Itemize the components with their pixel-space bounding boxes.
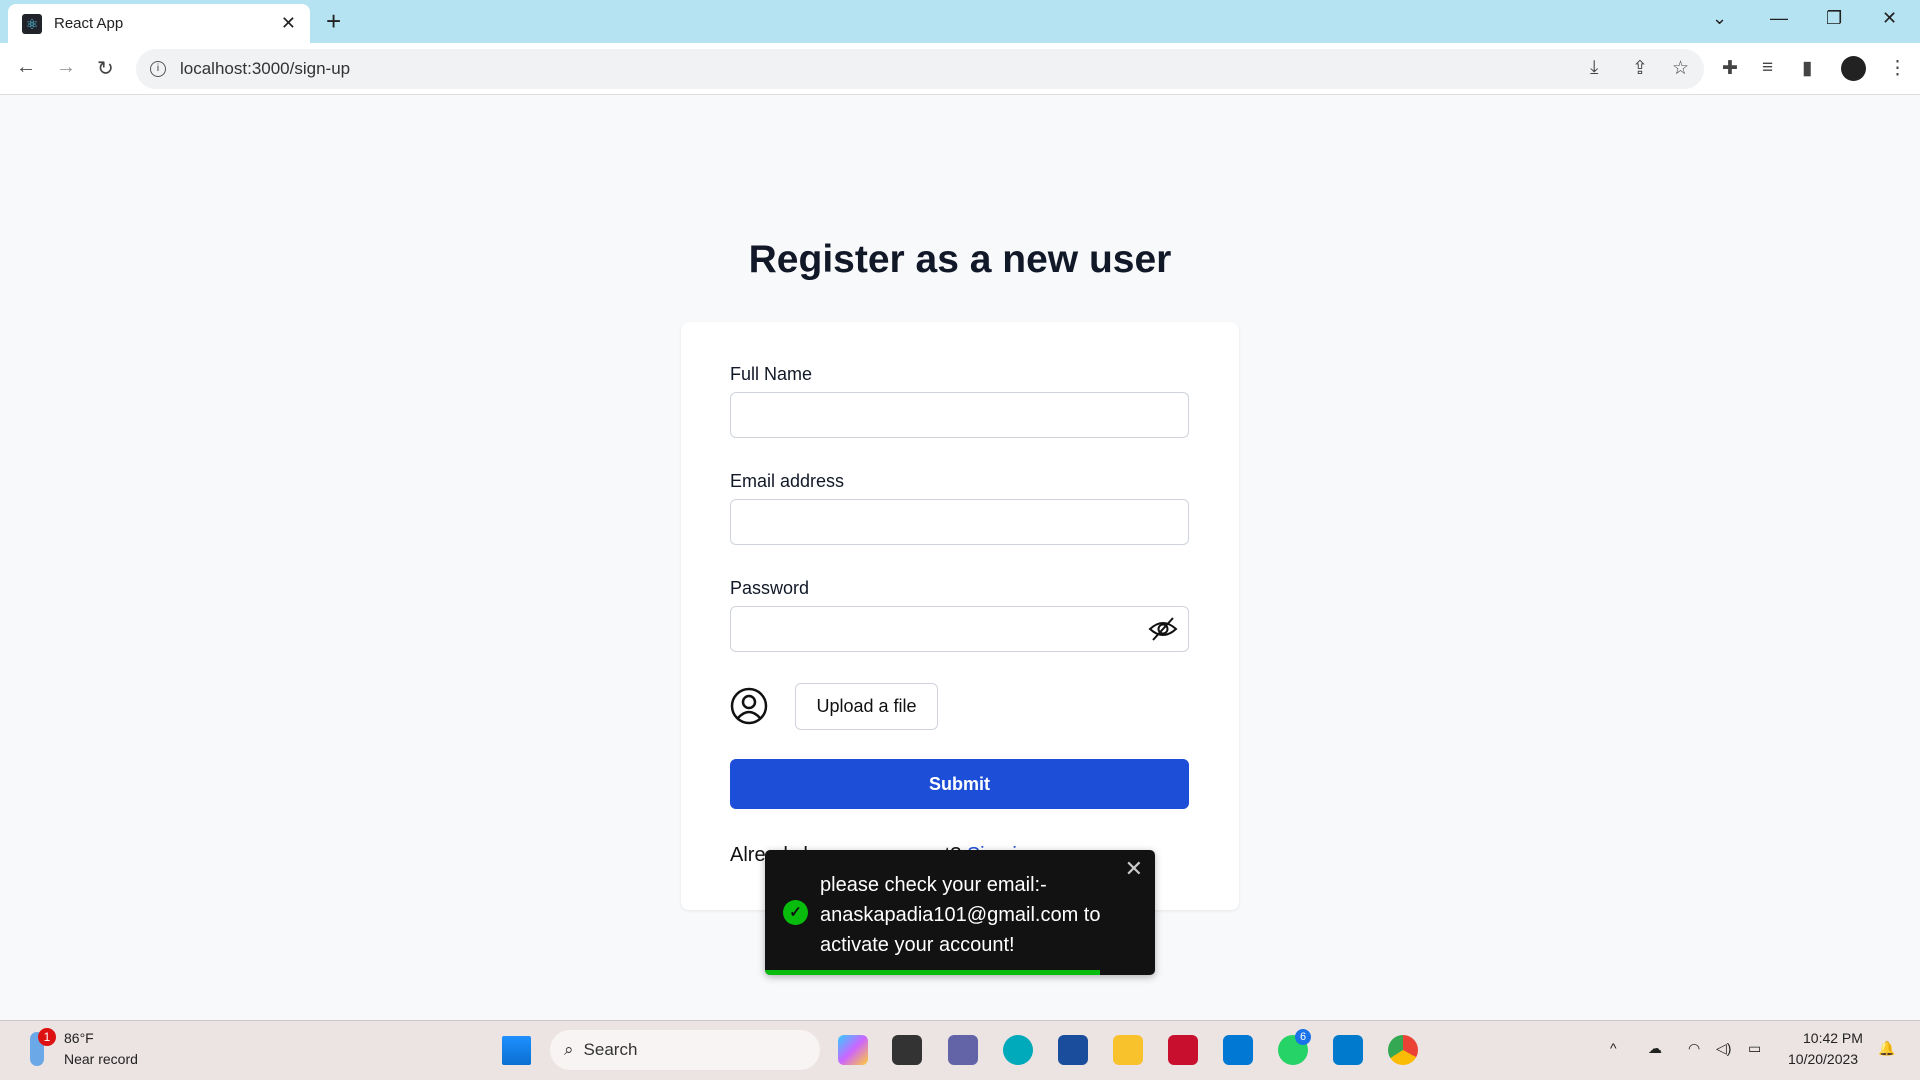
taskbar-search[interactable]: ⌕ Search [550, 1030, 820, 1070]
url-text: localhost:3000/sign-up [180, 59, 351, 78]
teams-icon[interactable] [948, 1035, 978, 1065]
address-bar[interactable]: i localhost:3000/sign-up [136, 49, 1704, 89]
clock-date[interactable]: 10/20/2023 [1788, 1051, 1858, 1067]
submit-button[interactable]: Submit [730, 759, 1189, 809]
react-favicon-icon: ⚛ [22, 13, 42, 34]
extensions-icon[interactable]: ✚ [1722, 57, 1738, 80]
vscode-icon[interactable] [1333, 1035, 1363, 1065]
forward-icon[interactable]: → [56, 56, 76, 79]
eye-slash-icon[interactable] [1148, 616, 1178, 642]
cortana-icon[interactable] [1223, 1035, 1253, 1065]
upload-file-button[interactable]: Upload a file [795, 683, 938, 730]
menu-icon[interactable]: ⋮ [1888, 57, 1907, 80]
store-icon[interactable] [1058, 1035, 1088, 1065]
info-icon[interactable]: i [150, 61, 166, 77]
notification-bell-icon[interactable]: 🔔 [1878, 1040, 1895, 1057]
chrome-icon[interactable] [1388, 1035, 1418, 1065]
tab-search-icon[interactable]: ⌄ [1712, 8, 1727, 29]
battery-icon[interactable]: ▭ [1748, 1040, 1761, 1057]
volume-icon[interactable]: ◁) [1716, 1040, 1731, 1057]
weather-temp: 86°F [64, 1030, 94, 1046]
install-icon[interactable]: ⤓ [1590, 57, 1598, 79]
full-name-label: Full Name [730, 364, 813, 384]
onedrive-icon[interactable]: ☁ [1648, 1040, 1662, 1057]
new-tab-button[interactable]: + [326, 6, 341, 37]
reload-icon[interactable]: ↻ [97, 56, 114, 81]
mcafee-icon[interactable] [1168, 1035, 1198, 1065]
browser-tab[interactable]: ⚛ React App ✕ [8, 4, 310, 43]
tab-title: React App [54, 15, 124, 32]
user-avatar-icon [730, 687, 768, 725]
close-window-button[interactable]: ✕ [1882, 8, 1897, 29]
back-icon[interactable]: ← [16, 56, 36, 79]
show-hidden-icons[interactable]: ^ [1610, 1040, 1617, 1056]
password-label: Password [730, 578, 810, 598]
restore-button[interactable]: ❐ [1826, 8, 1842, 29]
check-circle-icon: ✓ [783, 900, 808, 925]
windows-start-icon[interactable] [502, 1036, 531, 1065]
close-tab-icon[interactable]: ✕ [281, 13, 296, 34]
profile-avatar[interactable] [1841, 56, 1866, 81]
email-label: Email address [730, 471, 845, 491]
full-name-input[interactable] [730, 392, 1189, 438]
file-explorer-icon[interactable] [1113, 1035, 1143, 1065]
whatsapp-badge: 6 [1295, 1029, 1311, 1045]
weather-desc[interactable]: Near record [64, 1051, 138, 1067]
copilot-icon[interactable] [838, 1035, 868, 1065]
share-icon[interactable]: ⇪ [1632, 57, 1648, 80]
terminal-icon[interactable] [892, 1035, 922, 1065]
email-input[interactable] [730, 499, 1189, 545]
bookmark-star-icon[interactable]: ☆ [1672, 57, 1689, 80]
page-title: Register as a new user [748, 238, 1172, 281]
password-input[interactable] [730, 606, 1189, 652]
toast-close-icon[interactable]: ✕ [1125, 856, 1143, 882]
edge-icon[interactable] [1003, 1035, 1033, 1065]
minimize-button[interactable]: — [1770, 8, 1788, 29]
search-label: Search [583, 1040, 638, 1059]
toast-message: please check your email:- anaskapadia101… [820, 874, 1101, 956]
weather-badge: 1 [38, 1028, 56, 1046]
success-toast: ✓ please check your email:- anaskapadia1… [765, 850, 1155, 975]
media-icon[interactable]: ≡ [1762, 57, 1773, 79]
wifi-icon[interactable]: ◠ [1688, 1040, 1700, 1057]
search-icon: ⌕ [564, 1040, 574, 1059]
toast-progress-bar [765, 970, 1101, 975]
clock-time[interactable]: 10:42 PM [1803, 1030, 1863, 1046]
side-panel-icon[interactable]: ▮ [1802, 57, 1812, 80]
